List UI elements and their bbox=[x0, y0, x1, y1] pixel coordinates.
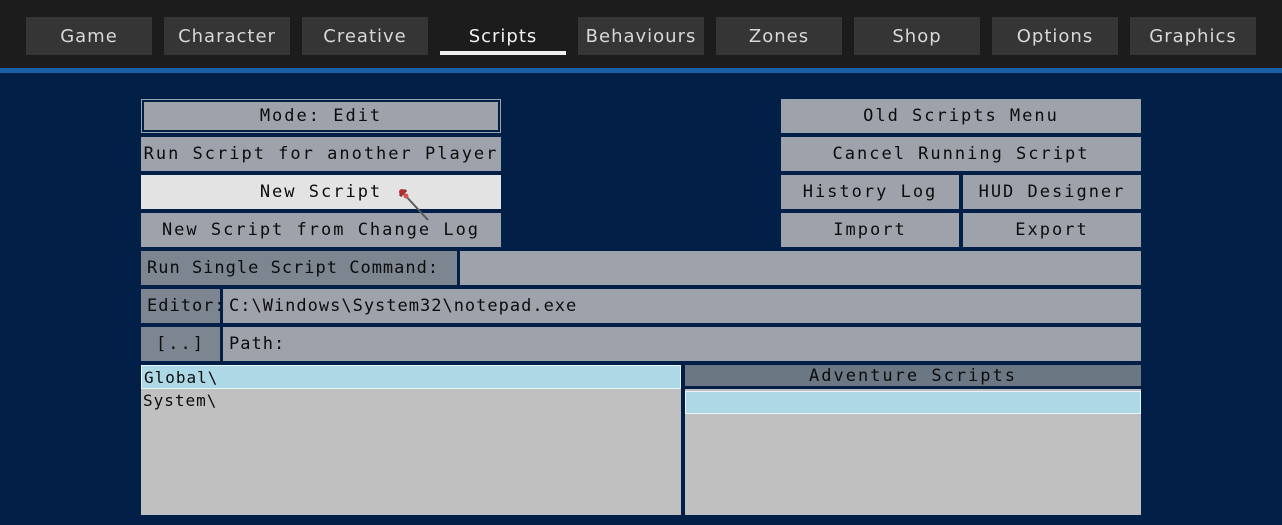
run-single-command-label: Run Single Script Command: bbox=[141, 251, 457, 285]
tab-options[interactable]: Options bbox=[992, 17, 1118, 55]
tab-zones[interactable]: Zones bbox=[716, 17, 842, 55]
script-folder-list: Global\ System\ bbox=[141, 365, 681, 515]
tab-creative[interactable]: Creative bbox=[302, 17, 428, 55]
run-single-command-input[interactable] bbox=[460, 251, 1141, 285]
export-button[interactable]: Export bbox=[963, 213, 1141, 247]
active-tab-underline bbox=[440, 51, 566, 55]
tab-graphics[interactable]: Graphics bbox=[1130, 17, 1256, 55]
adventure-scripts-header: Adventure Scripts bbox=[685, 365, 1141, 386]
tab-behaviours[interactable]: Behaviours bbox=[578, 17, 704, 55]
list-item-system[interactable]: System\ bbox=[141, 389, 681, 413]
tab-shop[interactable]: Shop bbox=[854, 17, 980, 55]
mode-edit-button[interactable]: Mode: Edit bbox=[141, 99, 501, 133]
top-navigation-bar: Game Character Creative Scripts Behaviou… bbox=[0, 0, 1282, 68]
adventure-scripts-selected-row[interactable] bbox=[685, 391, 1141, 414]
editor-path-input[interactable]: C:\Windows\System32\notepad.exe bbox=[223, 289, 1141, 323]
cancel-running-script-button[interactable]: Cancel Running Script bbox=[781, 137, 1141, 171]
old-scripts-menu-button[interactable]: Old Scripts Menu bbox=[781, 99, 1141, 133]
tab-character[interactable]: Character bbox=[164, 17, 290, 55]
list-item-global[interactable]: Global\ bbox=[141, 365, 681, 389]
tab-scripts[interactable]: Scripts bbox=[440, 17, 566, 55]
topbar-accent-line bbox=[0, 68, 1282, 73]
run-script-for-player-button[interactable]: Run Script for another Player bbox=[141, 137, 501, 171]
new-script-from-change-log-button[interactable]: New Script from Change Log bbox=[141, 213, 501, 247]
new-script-button[interactable]: New Script bbox=[141, 175, 501, 209]
adventure-scripts-list bbox=[685, 389, 1141, 515]
parent-directory-button[interactable]: [..] bbox=[141, 327, 220, 361]
path-field: Path: bbox=[223, 327, 1141, 361]
tab-scripts-label: Scripts bbox=[468, 25, 538, 47]
sword-cursor-icon bbox=[398, 188, 429, 221]
editor-label: Editor: bbox=[141, 289, 225, 323]
hud-designer-button[interactable]: HUD Designer bbox=[963, 175, 1141, 209]
history-log-button[interactable]: History Log bbox=[781, 175, 959, 209]
import-button[interactable]: Import bbox=[781, 213, 959, 247]
tab-game[interactable]: Game bbox=[26, 17, 152, 55]
